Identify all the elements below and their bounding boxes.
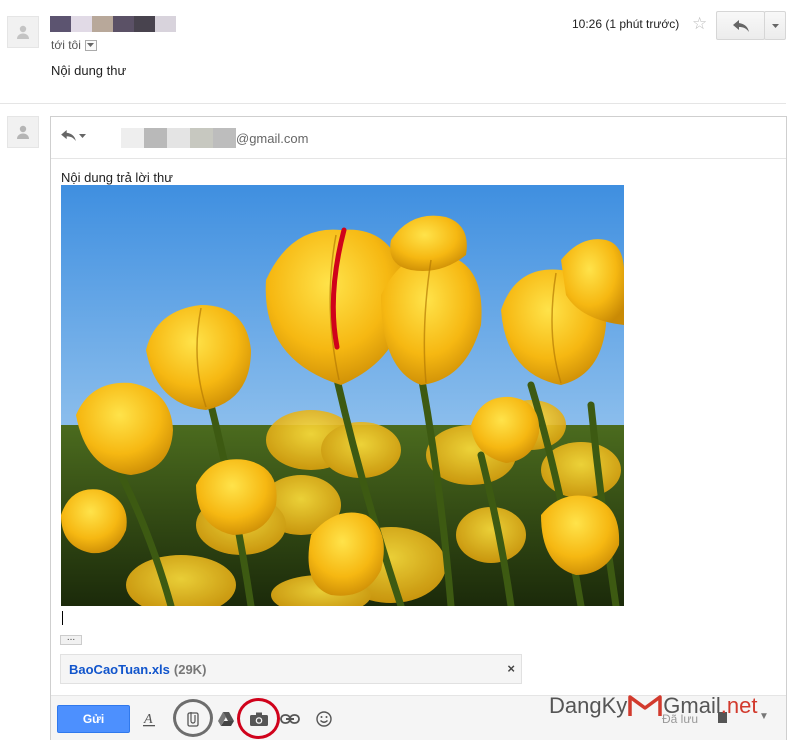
redaction-block (92, 16, 113, 32)
redaction-block (144, 128, 167, 148)
star-icon[interactable]: ☆ (692, 14, 707, 34)
to-line: tới tôi (51, 38, 81, 52)
reply-icon (61, 130, 76, 141)
compose-header: @gmail.com (51, 117, 786, 159)
recipient-redacted (121, 128, 236, 148)
redaction-block (134, 16, 155, 32)
formatting-icon[interactable]: A (138, 708, 160, 730)
attach-icon[interactable] (182, 708, 204, 730)
reply-body-text[interactable]: Nội dung trả lời thư (61, 170, 173, 185)
message-body: Nội dung thư (51, 63, 127, 78)
redaction-block (213, 128, 236, 148)
reply-button[interactable] (716, 11, 765, 40)
my-avatar (7, 116, 39, 148)
send-button[interactable]: Gửi (57, 705, 130, 733)
redaction-block (71, 16, 92, 32)
reply-compose: @gmail.com Nội dung trả lời thư ... BaoC… (50, 116, 787, 740)
attachment-size: (29K) (173, 661, 207, 677)
recipient-domain: @gmail.com (236, 130, 309, 146)
watermark-text-3: .net (720, 693, 758, 718)
redaction-block (190, 128, 213, 148)
chevron-down-icon (79, 133, 86, 138)
more-actions-button[interactable] (764, 11, 786, 40)
sender-name-redacted (50, 16, 176, 32)
message-divider (0, 103, 786, 104)
inline-tulip-image[interactable] (61, 185, 624, 606)
redaction-block (113, 16, 134, 32)
reply-button-group (716, 11, 786, 40)
link-icon[interactable] (279, 708, 301, 730)
person-icon (17, 125, 29, 139)
person-icon (17, 25, 29, 39)
redaction-block (121, 128, 144, 148)
attachment-chip[interactable]: BaoCaoTuan.xls (29K) × (60, 654, 522, 684)
recipient-field[interactable]: @gmail.com (121, 128, 308, 148)
sender-avatar (7, 16, 39, 48)
svg-text:A: A (143, 712, 153, 727)
gmail-m-logo-icon (628, 695, 663, 716)
photo-icon[interactable] (248, 708, 270, 730)
remove-attachment-icon[interactable]: × (507, 661, 515, 676)
drive-icon[interactable] (215, 708, 237, 730)
details-dropdown-icon[interactable] (84, 39, 97, 51)
text-cursor (62, 611, 63, 625)
reply-icon (732, 19, 749, 32)
watermark-text-1: DangKy (549, 693, 628, 718)
recipient-summary[interactable]: tới tôi (51, 38, 97, 52)
watermark-text-2: Gmail (663, 693, 721, 718)
more-options-icon[interactable]: ▼ (759, 711, 769, 722)
reply-type-dropdown[interactable] (61, 130, 86, 141)
attachment-name[interactable]: BaoCaoTuan.xls (69, 662, 170, 677)
show-trimmed-content-button[interactable]: ... (60, 633, 82, 645)
redaction-block (50, 16, 71, 32)
redaction-block (167, 128, 190, 148)
message-time: 10:26 (1 phút trước) (572, 17, 680, 31)
watermark-logo: DangKy Gmail .net (549, 693, 757, 719)
chevron-down-icon (771, 23, 779, 28)
emoji-icon[interactable] (313, 708, 335, 730)
redaction-block (155, 16, 176, 32)
